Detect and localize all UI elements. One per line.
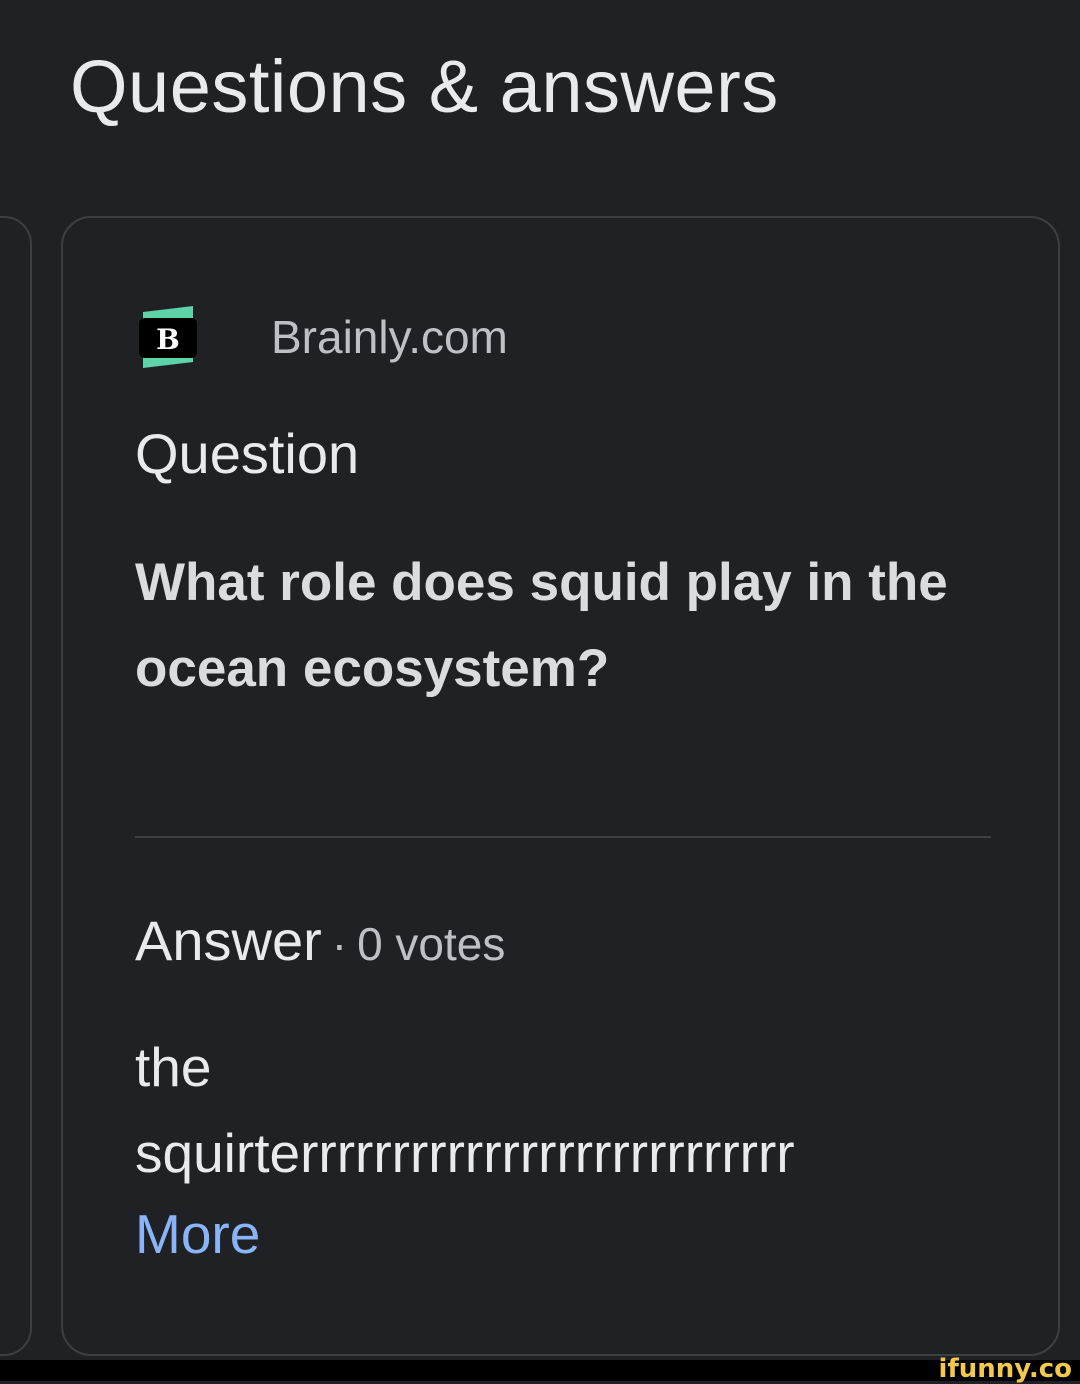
answer-label: Answer (135, 909, 322, 972)
qa-card[interactable]: B Brainly.com Question What role does sq… (61, 216, 1060, 1356)
brainly-logo-letter: B (156, 323, 180, 356)
source-name[interactable]: Brainly.com (271, 310, 508, 364)
divider (135, 836, 991, 838)
question-text[interactable]: What role does squid play in the ocean e… (135, 540, 995, 712)
brainly-logo-icon: B (135, 302, 201, 372)
answer-text-line: the (135, 1036, 212, 1098)
source-row[interactable]: B Brainly.com (135, 302, 508, 372)
footer-strip (0, 1360, 1080, 1381)
answer-votes: 0 votes (357, 918, 506, 970)
answer-text-line: squirterrrrrrrrrrrrrrrrrrrrrrrrrrr (135, 1122, 795, 1184)
answer-header: Answer · 0 votes (135, 908, 505, 973)
previous-card-edge[interactable] (0, 216, 32, 1356)
question-label: Question (135, 422, 360, 485)
section-title: Questions & answers (70, 45, 779, 128)
ifunny-watermark: ifunny.co (938, 1354, 1072, 1384)
answer-text: the squirterrrrrrrrrrrrrrrrrrrrrrrrrrr (135, 1024, 1035, 1196)
more-link[interactable]: More (135, 1202, 260, 1266)
answer-separator: · (331, 918, 348, 970)
